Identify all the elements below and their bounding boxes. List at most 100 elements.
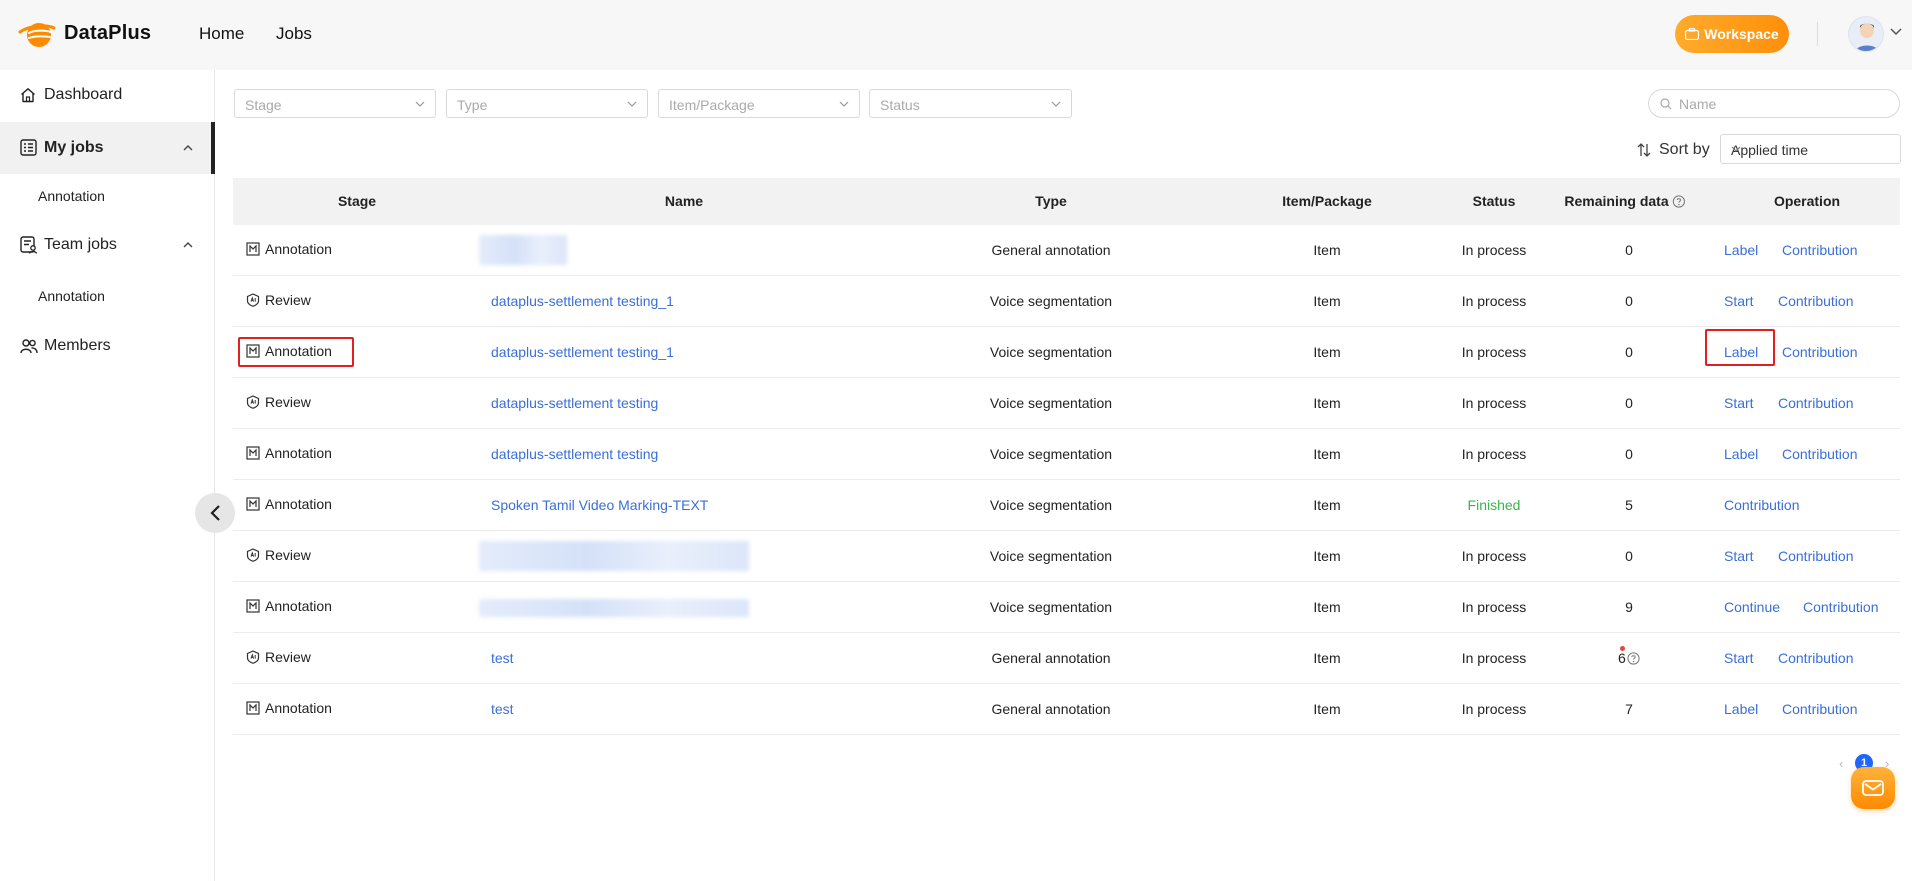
remaining-cell: 9 (1625, 599, 1633, 615)
contribution-link[interactable]: Contribution (1803, 599, 1879, 615)
sort-select[interactable]: Applied time (1720, 134, 1901, 164)
annotation-stage-icon (246, 446, 260, 460)
jobs-list-icon (20, 139, 37, 156)
mail-icon (1862, 780, 1884, 796)
chevron-down-icon (627, 101, 637, 107)
start-button[interactable]: Start (1724, 548, 1754, 564)
sidebar-item-my-jobs[interactable]: My jobs (0, 122, 215, 174)
start-button[interactable]: Start (1724, 650, 1754, 666)
sidebar-collapse-button[interactable] (195, 493, 235, 533)
contribution-link[interactable]: Contribution (1782, 344, 1858, 360)
sidebar-item-label: Team jobs (44, 236, 117, 253)
status-cell: In process (1461, 395, 1527, 411)
chevron-left-icon (209, 504, 221, 522)
contribution-link[interactable]: Contribution (1782, 701, 1858, 717)
sidebar-item-label: Members (44, 337, 111, 354)
table-row: Annotation Spoken Tamil Video Marking-TE… (233, 480, 1900, 531)
contribution-link[interactable]: Contribution (1724, 497, 1800, 513)
chevron-up-icon[interactable] (183, 144, 193, 151)
label-button[interactable]: Label (1724, 446, 1758, 462)
chevron-down-icon[interactable] (1890, 28, 1902, 36)
team-jobs-icon (20, 236, 38, 254)
nav-jobs[interactable]: Jobs (276, 24, 312, 44)
sidebar-subitem-my-annotation[interactable]: Annotation (0, 176, 215, 216)
review-stage-icon (246, 293, 260, 307)
remaining-value: 6 (1618, 646, 1626, 666)
name-search[interactable] (1648, 89, 1900, 118)
item-package-cell: Item (1313, 242, 1341, 258)
table-header: Stage Name Type Item/Package Status Rema… (233, 178, 1900, 225)
stage-cell: Review (246, 547, 311, 563)
chevron-down-icon (839, 101, 849, 107)
contribution-link[interactable]: Contribution (1778, 650, 1854, 666)
status-filter[interactable]: Status (869, 89, 1072, 118)
type-cell: Voice segmentation (989, 599, 1113, 615)
header-name: Name (664, 193, 704, 209)
job-name-link[interactable]: dataplus-settlement testing_1 (491, 293, 674, 309)
stage-filter[interactable]: Stage (234, 89, 436, 118)
type-cell: Voice segmentation (989, 395, 1113, 411)
stage-label: Annotation (265, 241, 332, 257)
item-package-filter[interactable]: Item/Package (658, 89, 860, 118)
contribution-link[interactable]: Contribution (1782, 446, 1858, 462)
chevron-up-icon[interactable] (183, 241, 193, 248)
table-row: Annotation General annotation Item In pr… (233, 225, 1900, 276)
search-input[interactable] (1679, 95, 1889, 113)
status-cell: In process (1461, 650, 1527, 666)
pagination-prev[interactable]: ‹ (1839, 756, 1843, 771)
job-name-link[interactable]: dataplus-settlement testing (491, 395, 658, 411)
message-button[interactable] (1851, 767, 1895, 809)
contribution-link[interactable]: Contribution (1782, 242, 1858, 258)
start-button[interactable]: Start (1724, 395, 1754, 411)
avatar[interactable] (1848, 16, 1884, 52)
stage-label: Annotation (265, 700, 332, 716)
type-cell: Voice segmentation (989, 497, 1113, 513)
stage-cell: Annotation (246, 700, 332, 716)
workspace-button[interactable]: Workspace (1675, 15, 1789, 53)
contribution-link[interactable]: Contribution (1778, 395, 1854, 411)
status-cell: In process (1461, 446, 1527, 462)
stage-filter-placeholder: Stage (245, 97, 282, 113)
job-name-link[interactable]: Spoken Tamil Video Marking-TEXT (491, 497, 708, 513)
sidebar-item-dashboard[interactable]: Dashboard (0, 70, 215, 120)
remaining-cell: 0 (1625, 548, 1633, 564)
help-icon[interactable] (1627, 651, 1640, 665)
nav-home[interactable]: Home (199, 24, 244, 44)
app-logo[interactable]: DataPlus (18, 18, 151, 48)
stage-cell: Annotation (246, 496, 332, 512)
table-row: Annotation test General annotation Item … (233, 684, 1900, 735)
sort-label: Sort by (1659, 141, 1710, 158)
stage-label: Review (265, 394, 311, 410)
label-button[interactable]: Label (1724, 242, 1758, 258)
header-remaining-data: Remaining data (1564, 193, 1686, 209)
contribution-link[interactable]: Contribution (1778, 548, 1854, 564)
sidebar: Dashboard My jobs Annotation Team jobs A… (0, 70, 215, 881)
annotation-stage-icon (246, 599, 260, 613)
sidebar-subitem-team-annotation[interactable]: Annotation (0, 276, 215, 316)
sidebar-item-team-jobs[interactable]: Team jobs (0, 219, 215, 271)
header-item-package: Item/Package (1282, 193, 1372, 209)
label-button[interactable]: Label (1724, 701, 1758, 717)
start-button[interactable]: Start (1724, 293, 1754, 309)
continue-button[interactable]: Continue (1724, 599, 1780, 615)
status-cell: Finished (1467, 497, 1521, 513)
job-name-link[interactable]: dataplus-settlement testing_1 (491, 344, 674, 360)
job-name-link[interactable]: dataplus-settlement testing (491, 446, 658, 462)
stage-label: Review (265, 649, 311, 665)
job-name-link[interactable]: test (491, 701, 514, 717)
type-cell: Voice segmentation (989, 344, 1113, 360)
type-filter[interactable]: Type (446, 89, 648, 118)
contribution-link[interactable]: Contribution (1778, 293, 1854, 309)
help-icon[interactable] (1673, 194, 1686, 208)
status-filter-placeholder: Status (880, 97, 920, 113)
sort-icon (1637, 142, 1651, 158)
status-cell: In process (1461, 548, 1527, 564)
remaining-cell: 0 (1625, 344, 1633, 360)
sidebar-item-label: My jobs (44, 139, 104, 156)
sidebar-item-members[interactable]: Members (0, 320, 215, 372)
job-name-link[interactable]: test (491, 650, 514, 666)
redacted-name (479, 235, 567, 265)
status-cell: In process (1461, 344, 1527, 360)
stage-label: Annotation (265, 496, 332, 512)
header-operation: Operation (1773, 193, 1841, 209)
